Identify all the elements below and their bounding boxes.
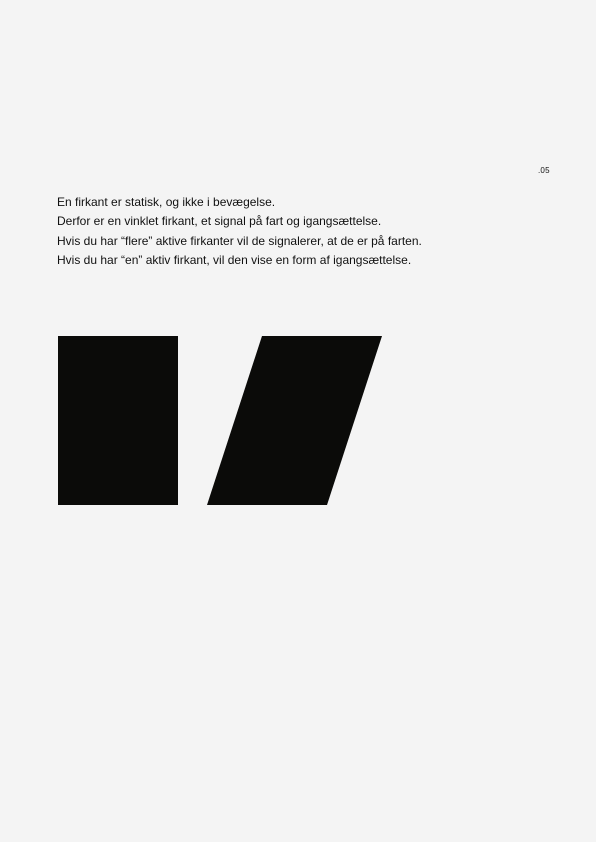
body-text: En firkant er statisk, og ikke i bevægel… [57,193,577,270]
page-number: .05 [538,166,550,175]
angled-square-shape [207,336,382,505]
shape-canvas [58,336,382,505]
text-line-4: Hvis du har “en” aktiv firkant, vil den … [57,252,412,267]
text-line-3: Hvis du har “flere” aktive firkanter vil… [57,233,422,248]
text-line-2: Derfor er en vinklet firkant, et signal … [57,214,382,229]
text-line-1: En firkant er statisk, og ikke i bevægel… [57,195,276,209]
shape-illustration [57,336,397,506]
static-square-shape [58,336,178,505]
